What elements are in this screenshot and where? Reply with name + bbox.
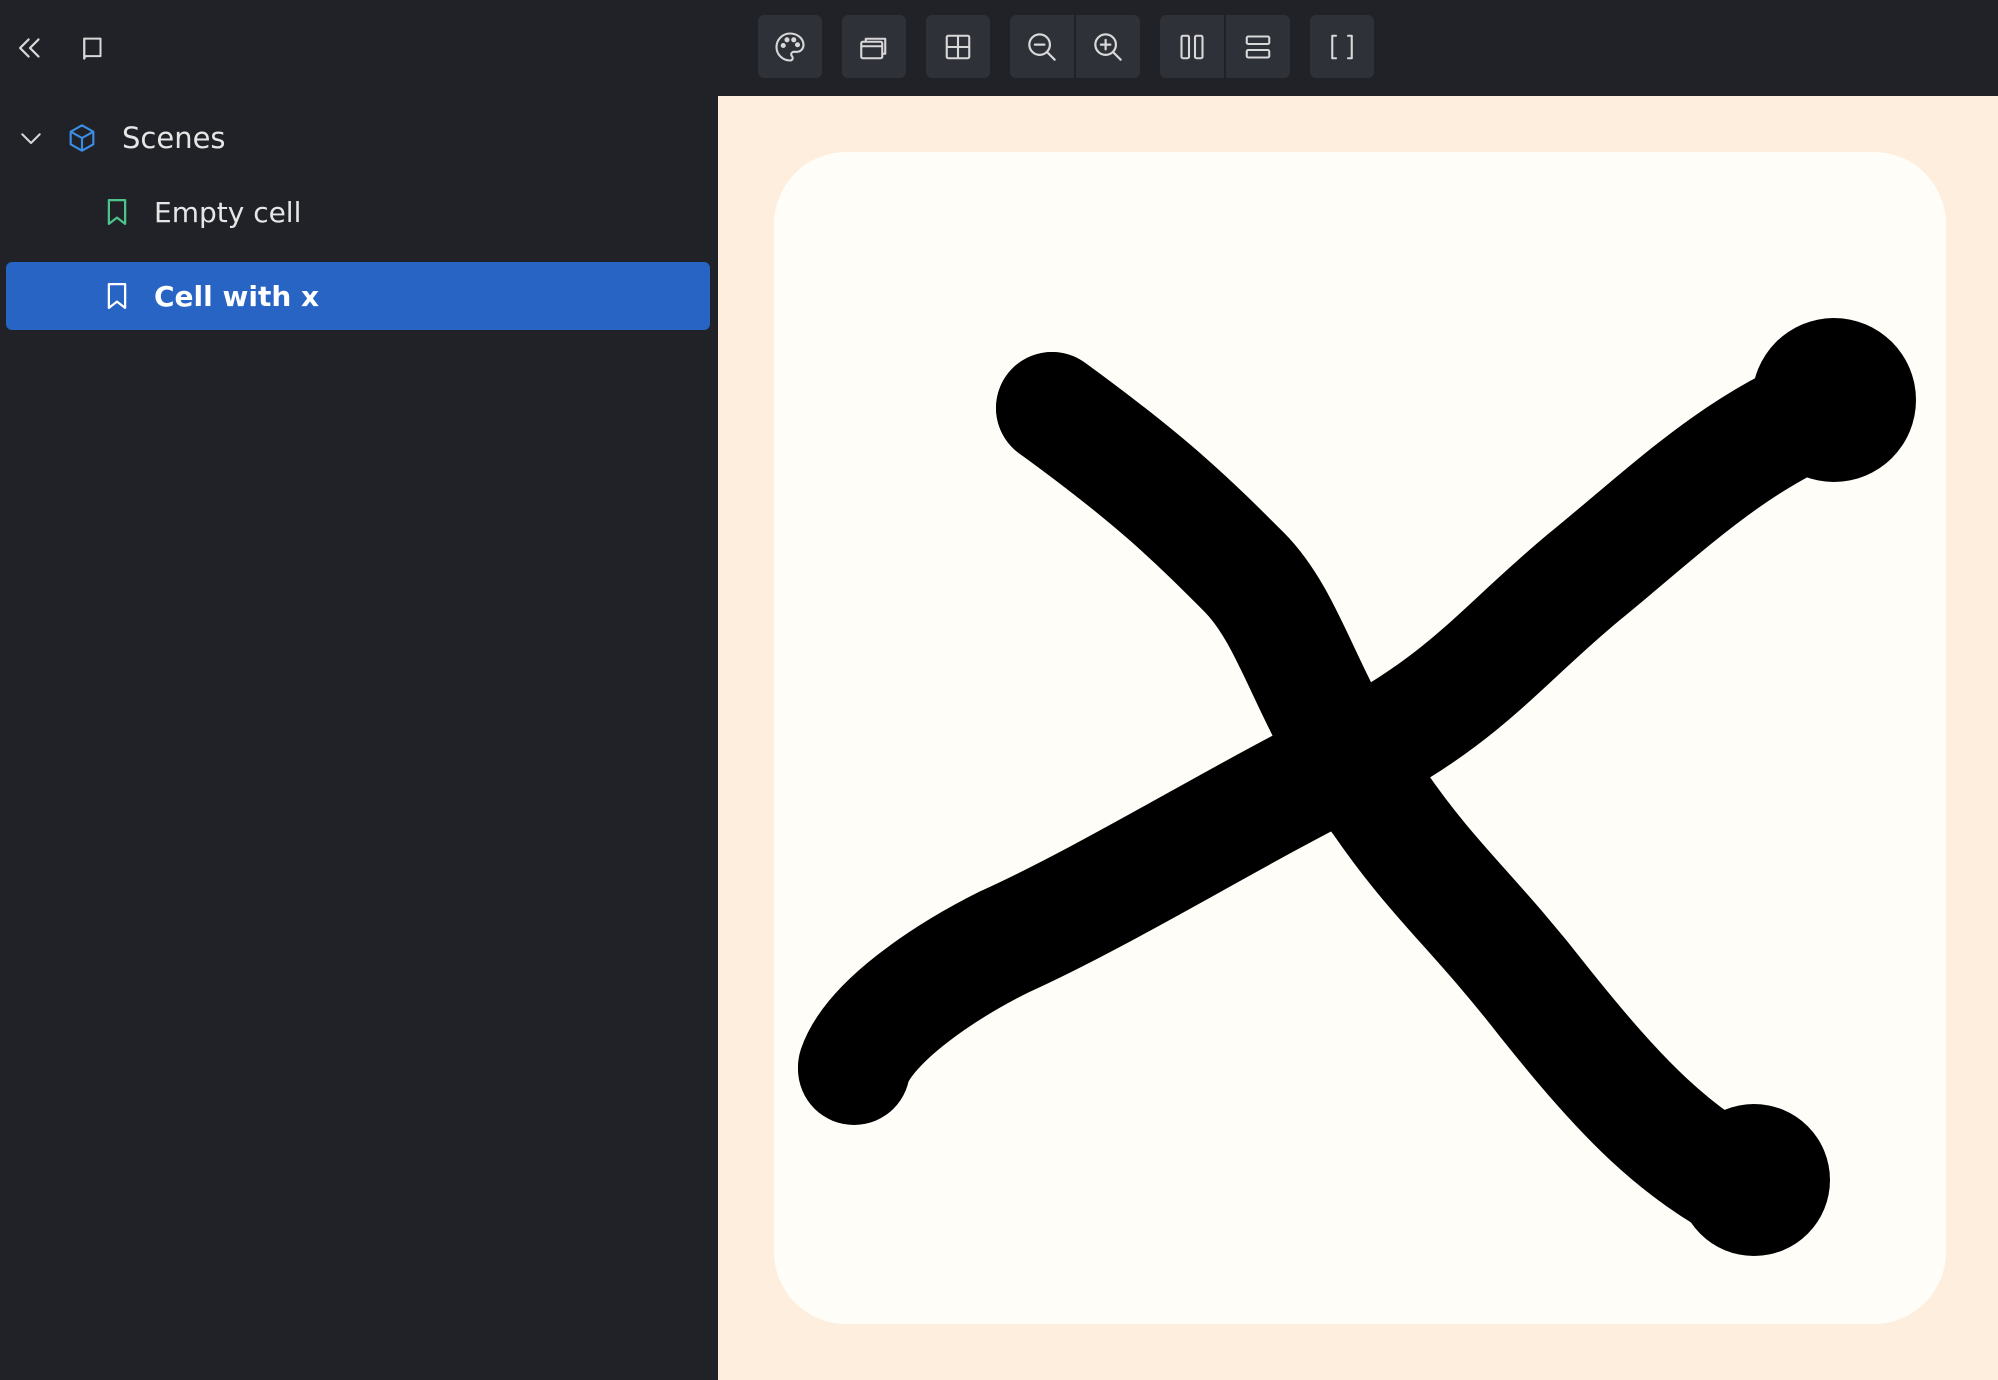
chevron-down-icon[interactable] [16, 123, 46, 153]
zoom-group [1010, 15, 1140, 78]
bookmark-icon [107, 283, 127, 309]
windows-button[interactable] [842, 15, 906, 78]
split-vertical-icon [1180, 34, 1204, 59]
bookmark-icon [107, 199, 127, 225]
game-cell[interactable] [774, 152, 1946, 1324]
grid-button[interactable] [926, 15, 990, 78]
cube-icon [69, 124, 95, 152]
app-window: Scenes Empty cell Cell with x [0, 0, 1998, 1380]
grid-icon [945, 34, 971, 59]
tree-item-label: Empty cell [154, 195, 302, 229]
windows-icon [860, 37, 887, 59]
split-horizontal-icon [1245, 34, 1271, 59]
preview-canvas [718, 96, 1998, 1380]
zoom-out-button[interactable] [1010, 15, 1074, 78]
zoom-out-icon [1028, 32, 1056, 61]
palette-button[interactable] [758, 15, 822, 78]
split-horizontal-button[interactable] [1224, 15, 1290, 78]
collapse-sidebar-icon[interactable] [10, 28, 50, 68]
palette-icon [775, 31, 805, 62]
brackets-icon [1331, 34, 1353, 59]
tree-item-empty-cell[interactable]: Empty cell [6, 178, 710, 246]
fullscreen-button[interactable] [1310, 15, 1374, 78]
tree-item-cell-with-x[interactable]: Cell with x [6, 262, 710, 330]
scenes-sidebar: Scenes Empty cell Cell with x [0, 96, 718, 1380]
tree-root-scenes[interactable]: Scenes [16, 112, 226, 164]
zoom-in-button[interactable] [1074, 15, 1140, 78]
tree-root-label: Scenes [122, 121, 226, 155]
book-icon[interactable] [73, 28, 113, 68]
top-toolbar [0, 0, 1998, 96]
tree-item-label: Cell with x [154, 279, 320, 313]
split-vertical-button[interactable] [1160, 15, 1224, 78]
x-mark [798, 318, 1916, 1256]
split-group [1160, 15, 1290, 78]
zoom-in-icon [1094, 32, 1122, 61]
